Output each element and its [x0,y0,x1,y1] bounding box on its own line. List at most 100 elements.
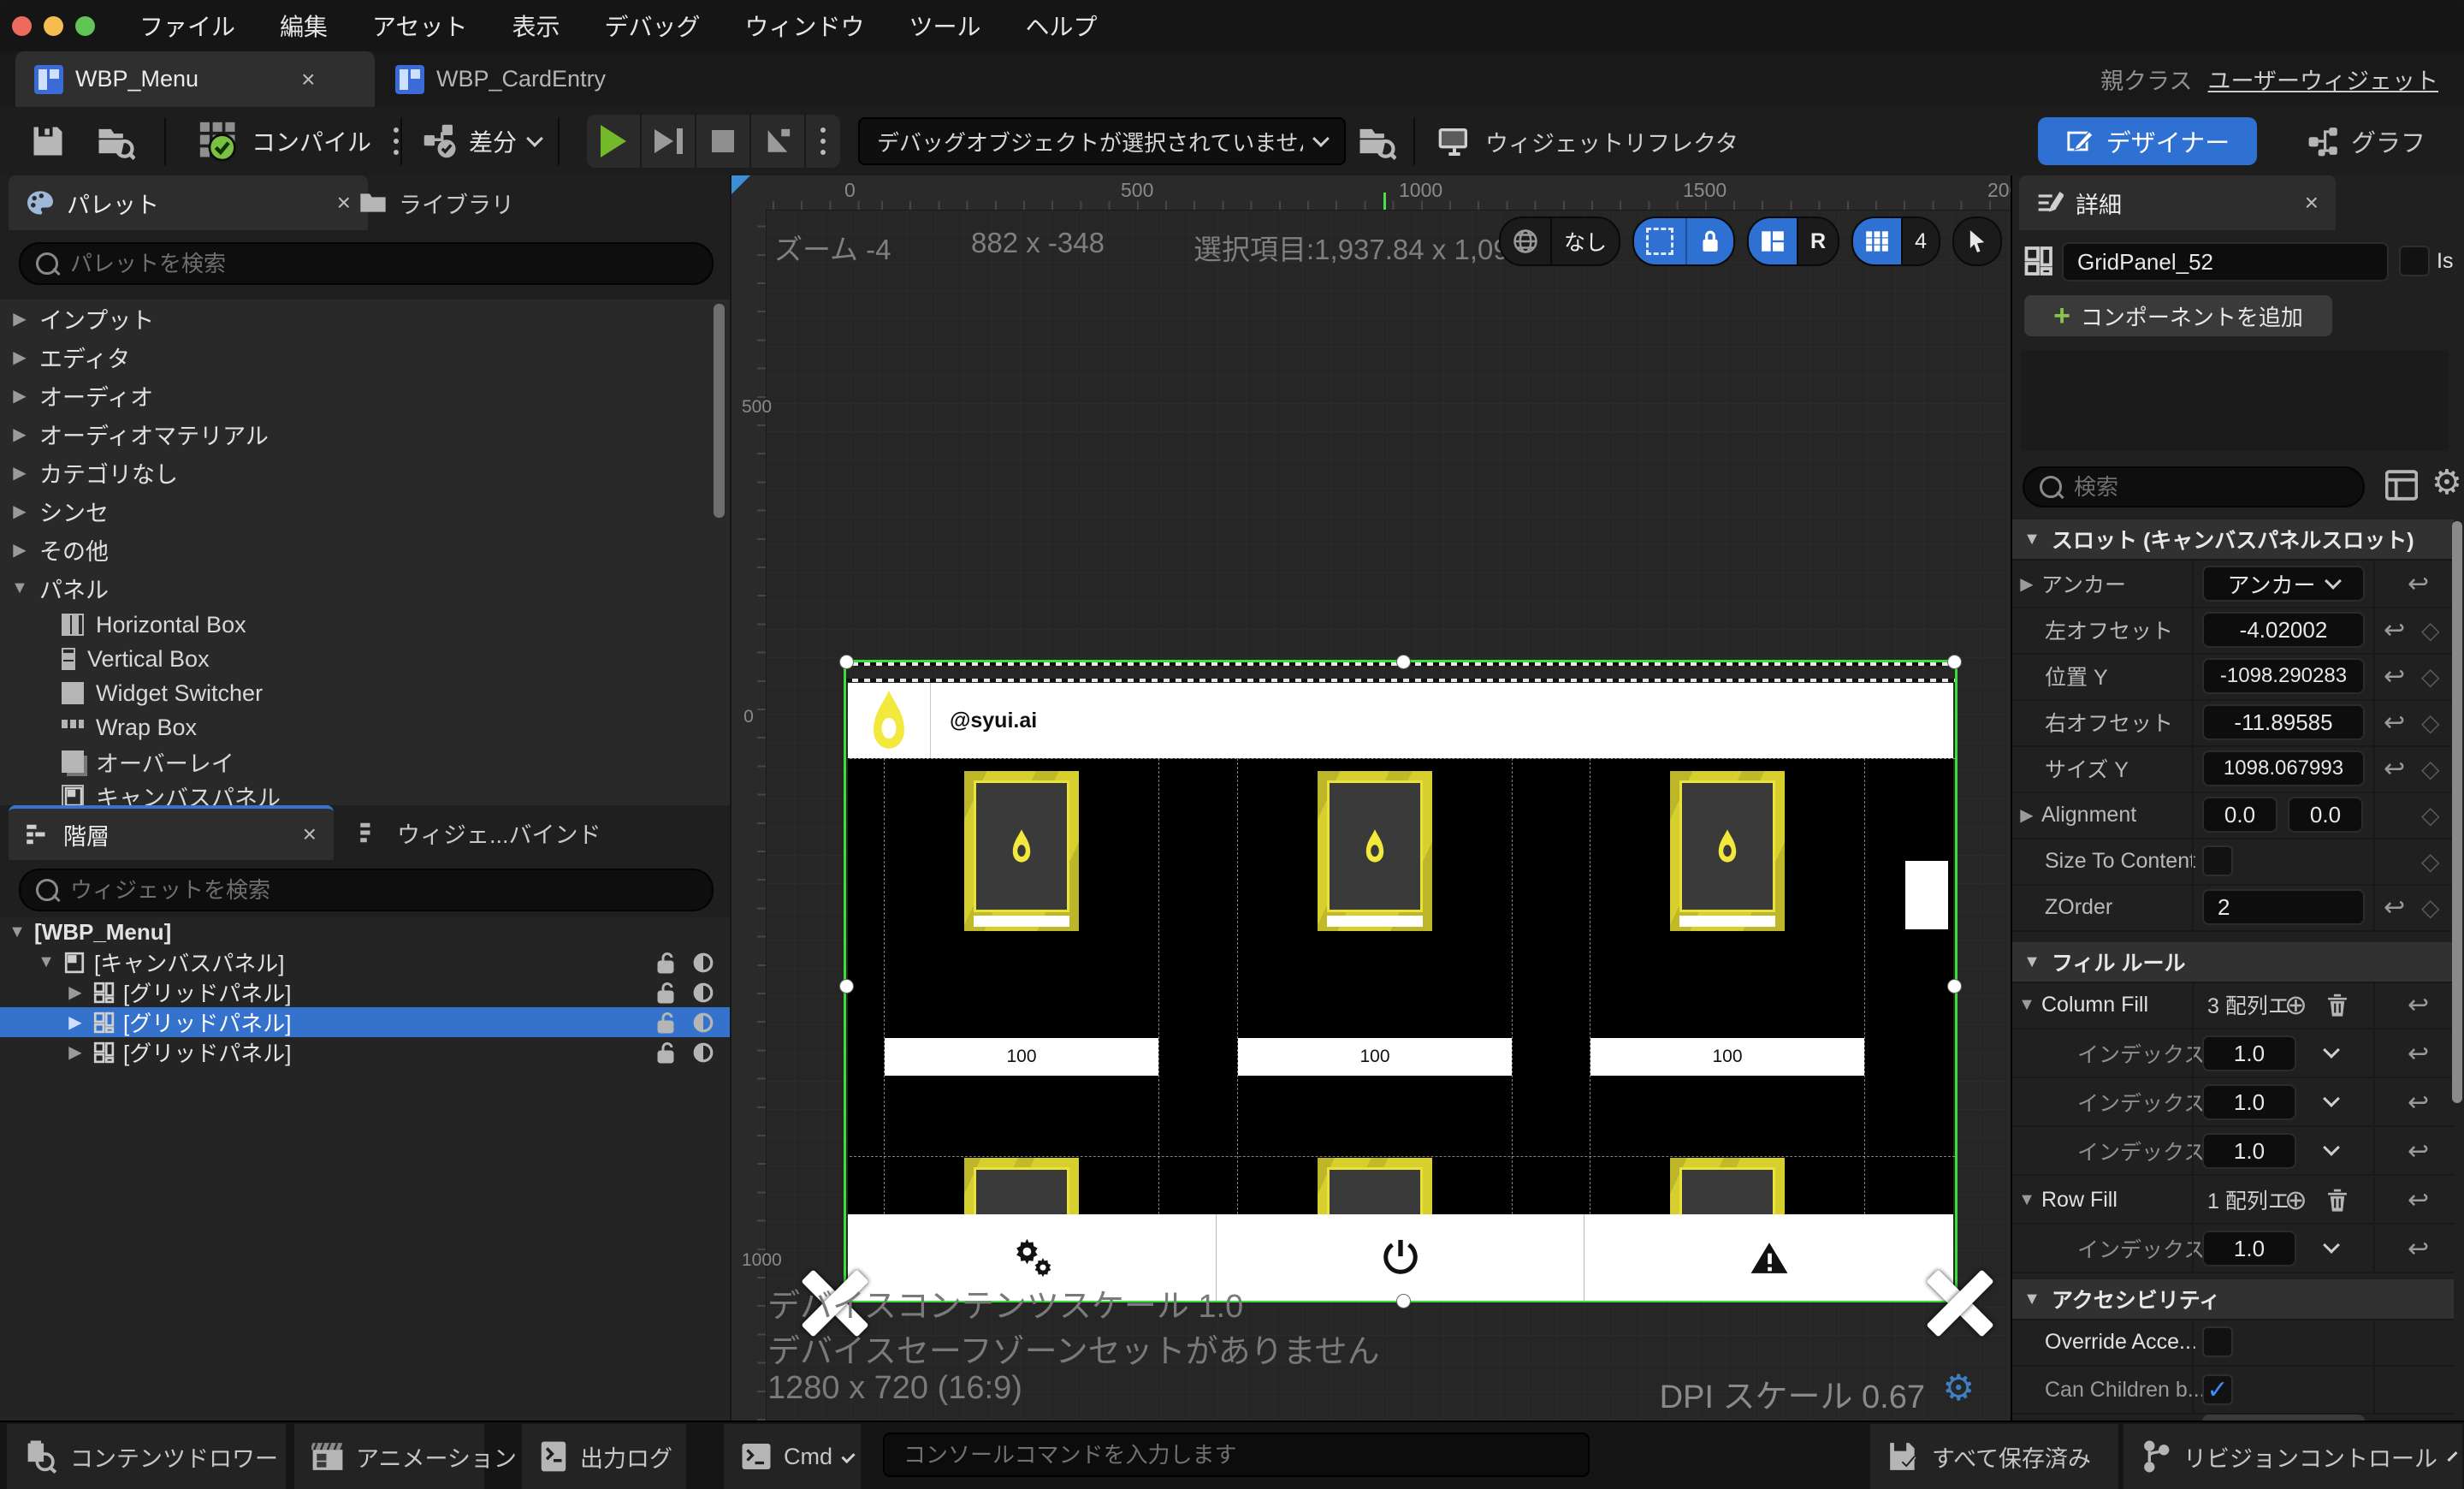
resize-handle[interactable] [1396,655,1411,669]
override-accessible-checkbox[interactable] [2202,1326,2233,1357]
reset-icon[interactable]: ↩ [2408,1088,2429,1118]
card-widget[interactable] [1670,771,1785,931]
revision-control-button[interactable]: リビジョンコントロール [2123,1424,2462,1489]
close-window-button[interactable] [12,16,32,36]
palette-item-horizontal-box[interactable]: Horizontal Box [0,608,730,642]
right-offset-input[interactable]: -11.89585 [2202,704,2365,740]
trash-icon[interactable] [2325,992,2349,1017]
close-tab-icon[interactable]: × [303,821,317,848]
card-widget-row2[interactable] [964,1158,1079,1214]
card-widget-row2[interactable] [1318,1158,1432,1214]
warning-cell[interactable] [1584,1214,1953,1301]
unlocked-icon[interactable] [654,1041,677,1064]
parent-class-link[interactable]: ユーザーウィジェット [2208,62,2438,96]
bind-diamond-icon[interactable]: ◇ [2421,847,2440,875]
browse-debug-button[interactable] [1357,122,1396,160]
console-input-field[interactable] [883,1433,1590,1477]
section-accessibility[interactable]: ▼アクセシビリティ [2012,1279,2454,1320]
bind-diamond-icon[interactable]: ◇ [2421,755,2440,783]
selection-outline-button[interactable] [1634,218,1685,264]
diff-button[interactable]: 差分 [423,119,541,163]
resize-handle[interactable] [1947,655,1962,669]
stop-button[interactable] [696,115,751,168]
reset-icon[interactable]: ↩ [2408,1234,2429,1264]
widget-reflector-button[interactable]: ウィジェットリフレクタ [1436,119,1738,163]
card-value-bar[interactable]: 100 [885,1038,1158,1076]
section-slot[interactable]: ▼スロット (キャンバスパネルスロット) [2012,519,2454,561]
is-variable-checkbox[interactable] [2399,246,2430,276]
menu-file[interactable]: ファイル [139,9,235,43]
menu-edit[interactable]: 編集 [280,9,328,43]
palette-item-overlay[interactable]: オーバーレイ [0,744,730,779]
fill-index-input[interactable]: 1.0 [2202,1133,2296,1169]
reset-icon[interactable]: ↩ [2384,893,2405,922]
graph-mode-button[interactable]: グラフ [2307,119,2426,163]
pos-y-input[interactable]: -1098.290283 [2202,658,2365,694]
widget-name-input[interactable] [2062,242,2389,282]
reset-icon[interactable]: ↩ [2384,754,2405,784]
resize-handle[interactable] [1947,979,1962,994]
fill-index-input[interactable]: 1.0 [2202,1035,2296,1071]
tab-details[interactable]: 詳細 × [2019,175,2336,230]
fill-index-input[interactable]: 1.0 [2202,1231,2296,1267]
chevron-down-icon[interactable] [2323,1237,2340,1254]
display-filter-icon[interactable] [2385,470,2418,501]
palette-category-audio[interactable]: ▶オーディオ [0,377,730,415]
reset-icon[interactable]: ↩ [2408,1136,2429,1166]
trash-icon[interactable] [2325,1187,2349,1213]
tab-wbp-cardentry[interactable]: WBP_CardEntry [376,51,633,107]
close-tab-icon[interactable]: × [301,66,315,93]
palette-category-audio-material[interactable]: ▶オーディオマテリアル [0,415,730,454]
palette-category-editor[interactable]: ▶エディタ [0,338,730,377]
bind-diamond-icon[interactable]: ◇ [2421,709,2440,737]
can-children-checkbox[interactable]: ✓ [2202,1374,2233,1405]
tab-palette[interactable]: パレット × [9,175,368,230]
reset-icon[interactable]: ↩ [2408,569,2429,599]
grid-snap-size[interactable]: 4 [1901,218,1939,264]
zorder-input[interactable]: 2 [2202,889,2365,925]
resize-handle[interactable] [839,979,854,994]
visibility-icon[interactable] [692,1041,714,1064]
hierarchy-search[interactable] [19,869,714,911]
alignment-y-input[interactable]: 0.0 [2288,797,2363,833]
play-from-here-button[interactable] [751,115,806,168]
reset-icon[interactable]: ↩ [2408,1185,2429,1215]
globe-button[interactable] [1501,218,1550,264]
tree-item-grid-panel-0[interactable]: ▶ [グリッドパネル] [0,977,730,1007]
menu-tools[interactable]: ツール [909,9,981,43]
card-value-bar[interactable]: 100 [1238,1038,1512,1076]
unlocked-icon[interactable] [654,1011,677,1034]
tab-library[interactable]: ライブラリ [342,175,633,230]
chevron-down-icon[interactable] [2323,1090,2340,1107]
menu-view[interactable]: 表示 [512,9,560,43]
grid-cell[interactable]: 100 [1590,758,1865,1214]
tree-item-canvas-panel[interactable]: ▼ [キャンバスパネル] [0,947,730,977]
power-cell[interactable] [1217,1214,1585,1301]
add-element-icon[interactable]: ⊕ [2284,1183,2307,1216]
palette-category-synth[interactable]: ▶シンセ [0,492,730,531]
chevron-down-icon[interactable] [2323,1041,2340,1059]
selected-widget-bounds[interactable]: @syui.ai 100 [844,660,1958,1302]
menu-help[interactable]: ヘルプ [1026,9,1098,43]
designer-viewport[interactable]: 0 500 1000 1500 2000 500 0 1000 ズーム -4 8… [732,175,2011,1421]
tree-item-grid-panel-1-selected[interactable]: ▶ [グリッドパネル] [0,1007,730,1037]
tab-hierarchy[interactable]: 階層 × [9,805,334,860]
resize-handle[interactable] [839,655,854,669]
menu-window[interactable]: ウィンドウ [745,9,865,43]
hierarchy-search-input[interactable] [68,876,625,905]
browse-asset-button[interactable] [96,122,135,160]
menu-debug[interactable]: デバッグ [605,9,701,43]
debug-object-dropdown[interactable]: デバッグオブジェクトが選択されていません [858,117,1346,165]
frame-skip-button[interactable] [642,115,696,168]
anchor-dropdown[interactable]: アンカー [2202,566,2365,602]
palette-category-panel[interactable]: ▼パネル [0,569,730,608]
lock-button[interactable] [1685,218,1733,264]
resize-handle[interactable] [1396,1294,1411,1308]
palette-item-wrap-box[interactable]: Wrap Box [0,710,730,744]
output-log-button[interactable]: 出力ログ [522,1424,686,1489]
reset-icon[interactable]: ↩ [2408,1039,2429,1069]
widget-header[interactable]: @syui.ai [848,683,1953,758]
card-widget-row2[interactable] [1670,1158,1785,1214]
palette-category-other[interactable]: ▶その他 [0,531,730,569]
dpi-settings-gear-icon[interactable]: ⚙ [1942,1367,1975,1409]
